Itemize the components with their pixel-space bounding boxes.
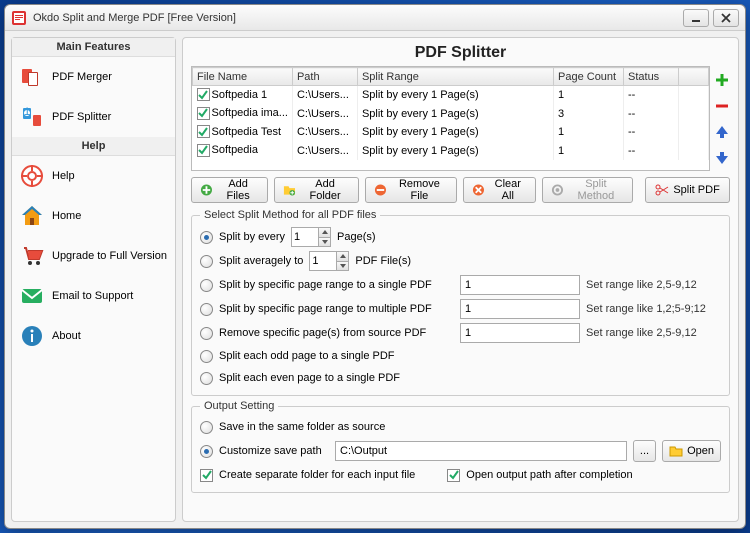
radio-remove-pages[interactable] — [200, 327, 213, 340]
spin-down[interactable] — [318, 238, 330, 247]
scissors-icon — [655, 183, 669, 197]
row-checkbox[interactable] — [197, 88, 210, 101]
sidebar-item-email[interactable]: Email to Support — [12, 276, 175, 316]
sidebar-item-merger[interactable]: PDF Merger — [12, 57, 175, 97]
merger-icon — [20, 65, 44, 89]
remove-pages-input[interactable] — [460, 323, 580, 343]
col-file[interactable]: File Name — [193, 68, 293, 86]
output-path-input[interactable] — [335, 441, 627, 461]
sidebar-item-about[interactable]: About — [12, 316, 175, 356]
folder-plus-icon — [283, 183, 296, 197]
gear-icon — [551, 183, 564, 197]
app-icon — [11, 10, 27, 26]
table-row[interactable]: Softpedia ima...C:\Users...Split by ever… — [193, 105, 709, 124]
cart-icon — [20, 244, 44, 268]
remove-file-button[interactable]: Remove File — [365, 177, 457, 203]
folder-icon — [669, 444, 683, 458]
sidebar-item-splitter[interactable]: 1 PDF Splitter — [12, 97, 175, 137]
every-pages-input[interactable] — [291, 227, 331, 247]
sidebar-item-label: Email to Support — [52, 290, 133, 302]
file-table[interactable]: File Name Path Split Range Page Count St… — [191, 66, 710, 171]
sidebar-item-label: Home — [52, 210, 81, 222]
open-folder-button[interactable]: Open — [662, 440, 721, 462]
email-icon — [20, 284, 44, 308]
radio-even[interactable] — [200, 372, 213, 385]
radio-range-multi[interactable] — [200, 303, 213, 316]
row-checkbox[interactable] — [197, 107, 210, 120]
sidebar-item-label: PDF Merger — [52, 71, 112, 83]
browse-button[interactable]: ... — [633, 440, 656, 462]
output-legend: Output Setting — [200, 400, 278, 412]
toolbar: Add Files Add Folder Remove File Clear A… — [191, 171, 730, 209]
split-method-button[interactable]: Split Method — [542, 177, 633, 203]
spin-up[interactable] — [318, 228, 330, 238]
row-checkbox[interactable] — [197, 144, 210, 157]
split-pdf-button[interactable]: Split PDF — [645, 177, 730, 203]
add-folder-button[interactable]: Add Folder — [274, 177, 359, 203]
split-method-group: Select Split Method for all PDF files Sp… — [191, 209, 730, 396]
spin-down[interactable] — [336, 262, 348, 271]
sidebar-item-label: Upgrade to Full Version — [52, 250, 167, 262]
sidebar-item-label: PDF Splitter — [52, 111, 111, 123]
help-icon — [20, 164, 44, 188]
window-title: Okdo Split and Merge PDF [Free Version] — [33, 12, 679, 24]
row-checkbox[interactable] — [197, 125, 210, 138]
table-row[interactable]: Softpedia 1C:\Users...Split by every 1 P… — [193, 86, 709, 105]
split-method-legend: Select Split Method for all PDF files — [200, 209, 380, 221]
radio-custom-path[interactable] — [200, 445, 213, 458]
main-panel: PDF Splitter File Name Path Split Range … — [182, 37, 739, 522]
splitter-icon: 1 — [20, 105, 44, 129]
avg-files-input[interactable] — [309, 251, 349, 271]
svg-text:1: 1 — [24, 106, 30, 118]
sidebar-item-home[interactable]: Home — [12, 196, 175, 236]
radio-split-every[interactable] — [200, 231, 213, 244]
sidebar-item-label: About — [52, 330, 81, 342]
plus-icon — [200, 183, 213, 197]
radio-range-single[interactable] — [200, 279, 213, 292]
col-count[interactable]: Page Count — [554, 68, 624, 86]
radio-odd[interactable] — [200, 350, 213, 363]
radio-split-averagely[interactable] — [200, 255, 213, 268]
move-down-icon[interactable] — [714, 150, 730, 166]
minus-icon — [374, 183, 387, 197]
titlebar: Okdo Split and Merge PDF [Free Version] — [5, 5, 745, 31]
move-up-icon[interactable] — [714, 124, 730, 140]
add-files-button[interactable]: Add Files — [191, 177, 268, 203]
output-group: Output Setting Save in the same folder a… — [191, 400, 730, 493]
row-arrange-buttons — [714, 66, 730, 171]
sidebar-item-help[interactable]: Help — [12, 156, 175, 196]
col-path[interactable]: Path — [292, 68, 357, 86]
app-window: Okdo Split and Merge PDF [Free Version] … — [4, 4, 746, 529]
help-header: Help — [12, 137, 175, 156]
checkbox-separate-folder[interactable] — [200, 469, 213, 482]
home-icon — [20, 204, 44, 228]
close-button[interactable] — [713, 9, 739, 27]
col-status[interactable]: Status — [624, 68, 679, 86]
clear-all-button[interactable]: Clear All — [463, 177, 536, 203]
page-title: PDF Splitter — [191, 42, 730, 66]
clear-icon — [472, 183, 485, 197]
info-icon — [20, 324, 44, 348]
sidebar-item-label: Help — [52, 170, 75, 182]
table-row[interactable]: Softpedia TestC:\Users...Split by every … — [193, 123, 709, 142]
spin-up[interactable] — [336, 252, 348, 262]
main-features-header: Main Features — [12, 38, 175, 57]
remove-row-icon[interactable] — [714, 98, 730, 114]
sidebar: Main Features PDF Merger 1 PDF Splitter … — [11, 37, 176, 522]
checkbox-open-after[interactable] — [447, 469, 460, 482]
col-range[interactable]: Split Range — [357, 68, 553, 86]
range-multi-input[interactable] — [460, 299, 580, 319]
sidebar-item-upgrade[interactable]: Upgrade to Full Version — [12, 236, 175, 276]
table-row[interactable]: SoftpediaC:\Users...Split by every 1 Pag… — [193, 142, 709, 161]
col-empty — [679, 68, 709, 86]
range-single-input[interactable] — [460, 275, 580, 295]
minimize-button[interactable] — [683, 9, 709, 27]
add-row-icon[interactable] — [714, 72, 730, 88]
radio-same-folder[interactable] — [200, 421, 213, 434]
